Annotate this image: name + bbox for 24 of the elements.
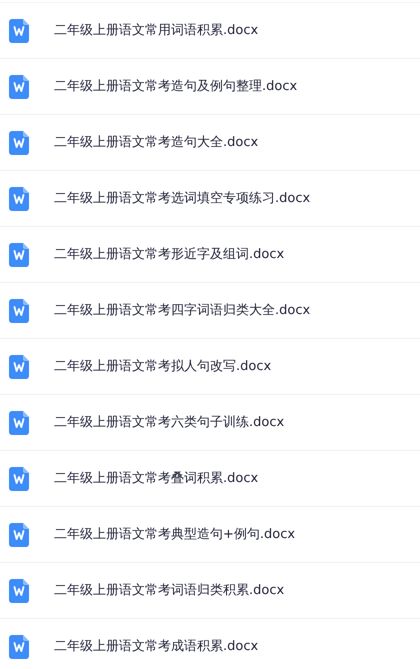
document-icon [9,578,29,602]
file-name[interactable]: 二年级上册语文常考六类句子训练.docx [54,412,284,432]
document-icon [9,354,29,378]
document-icon [9,466,29,490]
document-icon [9,410,29,434]
file-name[interactable]: 二年级上册语文常考四字词语归类大全.docx [54,300,310,320]
file-name[interactable]: 二年级上册语文常考成语积累.docx [54,636,258,656]
file-name[interactable]: 二年级上册语文常考造句大全.docx [54,132,258,152]
document-icon [9,74,29,98]
file-name[interactable]: 二年级上册语文常考拟人句改写.docx [54,356,272,376]
document-icon [9,522,29,546]
document-icon [9,242,29,266]
document-icon [9,298,29,322]
document-icon [9,18,29,42]
file-name[interactable]: 二年级上册语文常考叠词积累.docx [54,468,258,488]
file-name[interactable]: 二年级上册语文常考典型造句+例句.docx [54,524,296,544]
file-name[interactable]: 二年级上册语文常考选词填空专项练习.docx [54,188,310,208]
file-name[interactable]: 二年级上册语文常用词语积累.docx [54,20,258,40]
document-icon [9,130,29,154]
file-name[interactable]: 二年级上册语文常考形近字及组词.docx [54,244,284,264]
document-icon [9,186,29,210]
file-name[interactable]: 二年级上册语文常考造句及例句整理.docx [54,76,298,96]
document-icon [9,634,29,658]
file-name[interactable]: 二年级上册语文常考词语归类积累.docx [54,580,284,600]
